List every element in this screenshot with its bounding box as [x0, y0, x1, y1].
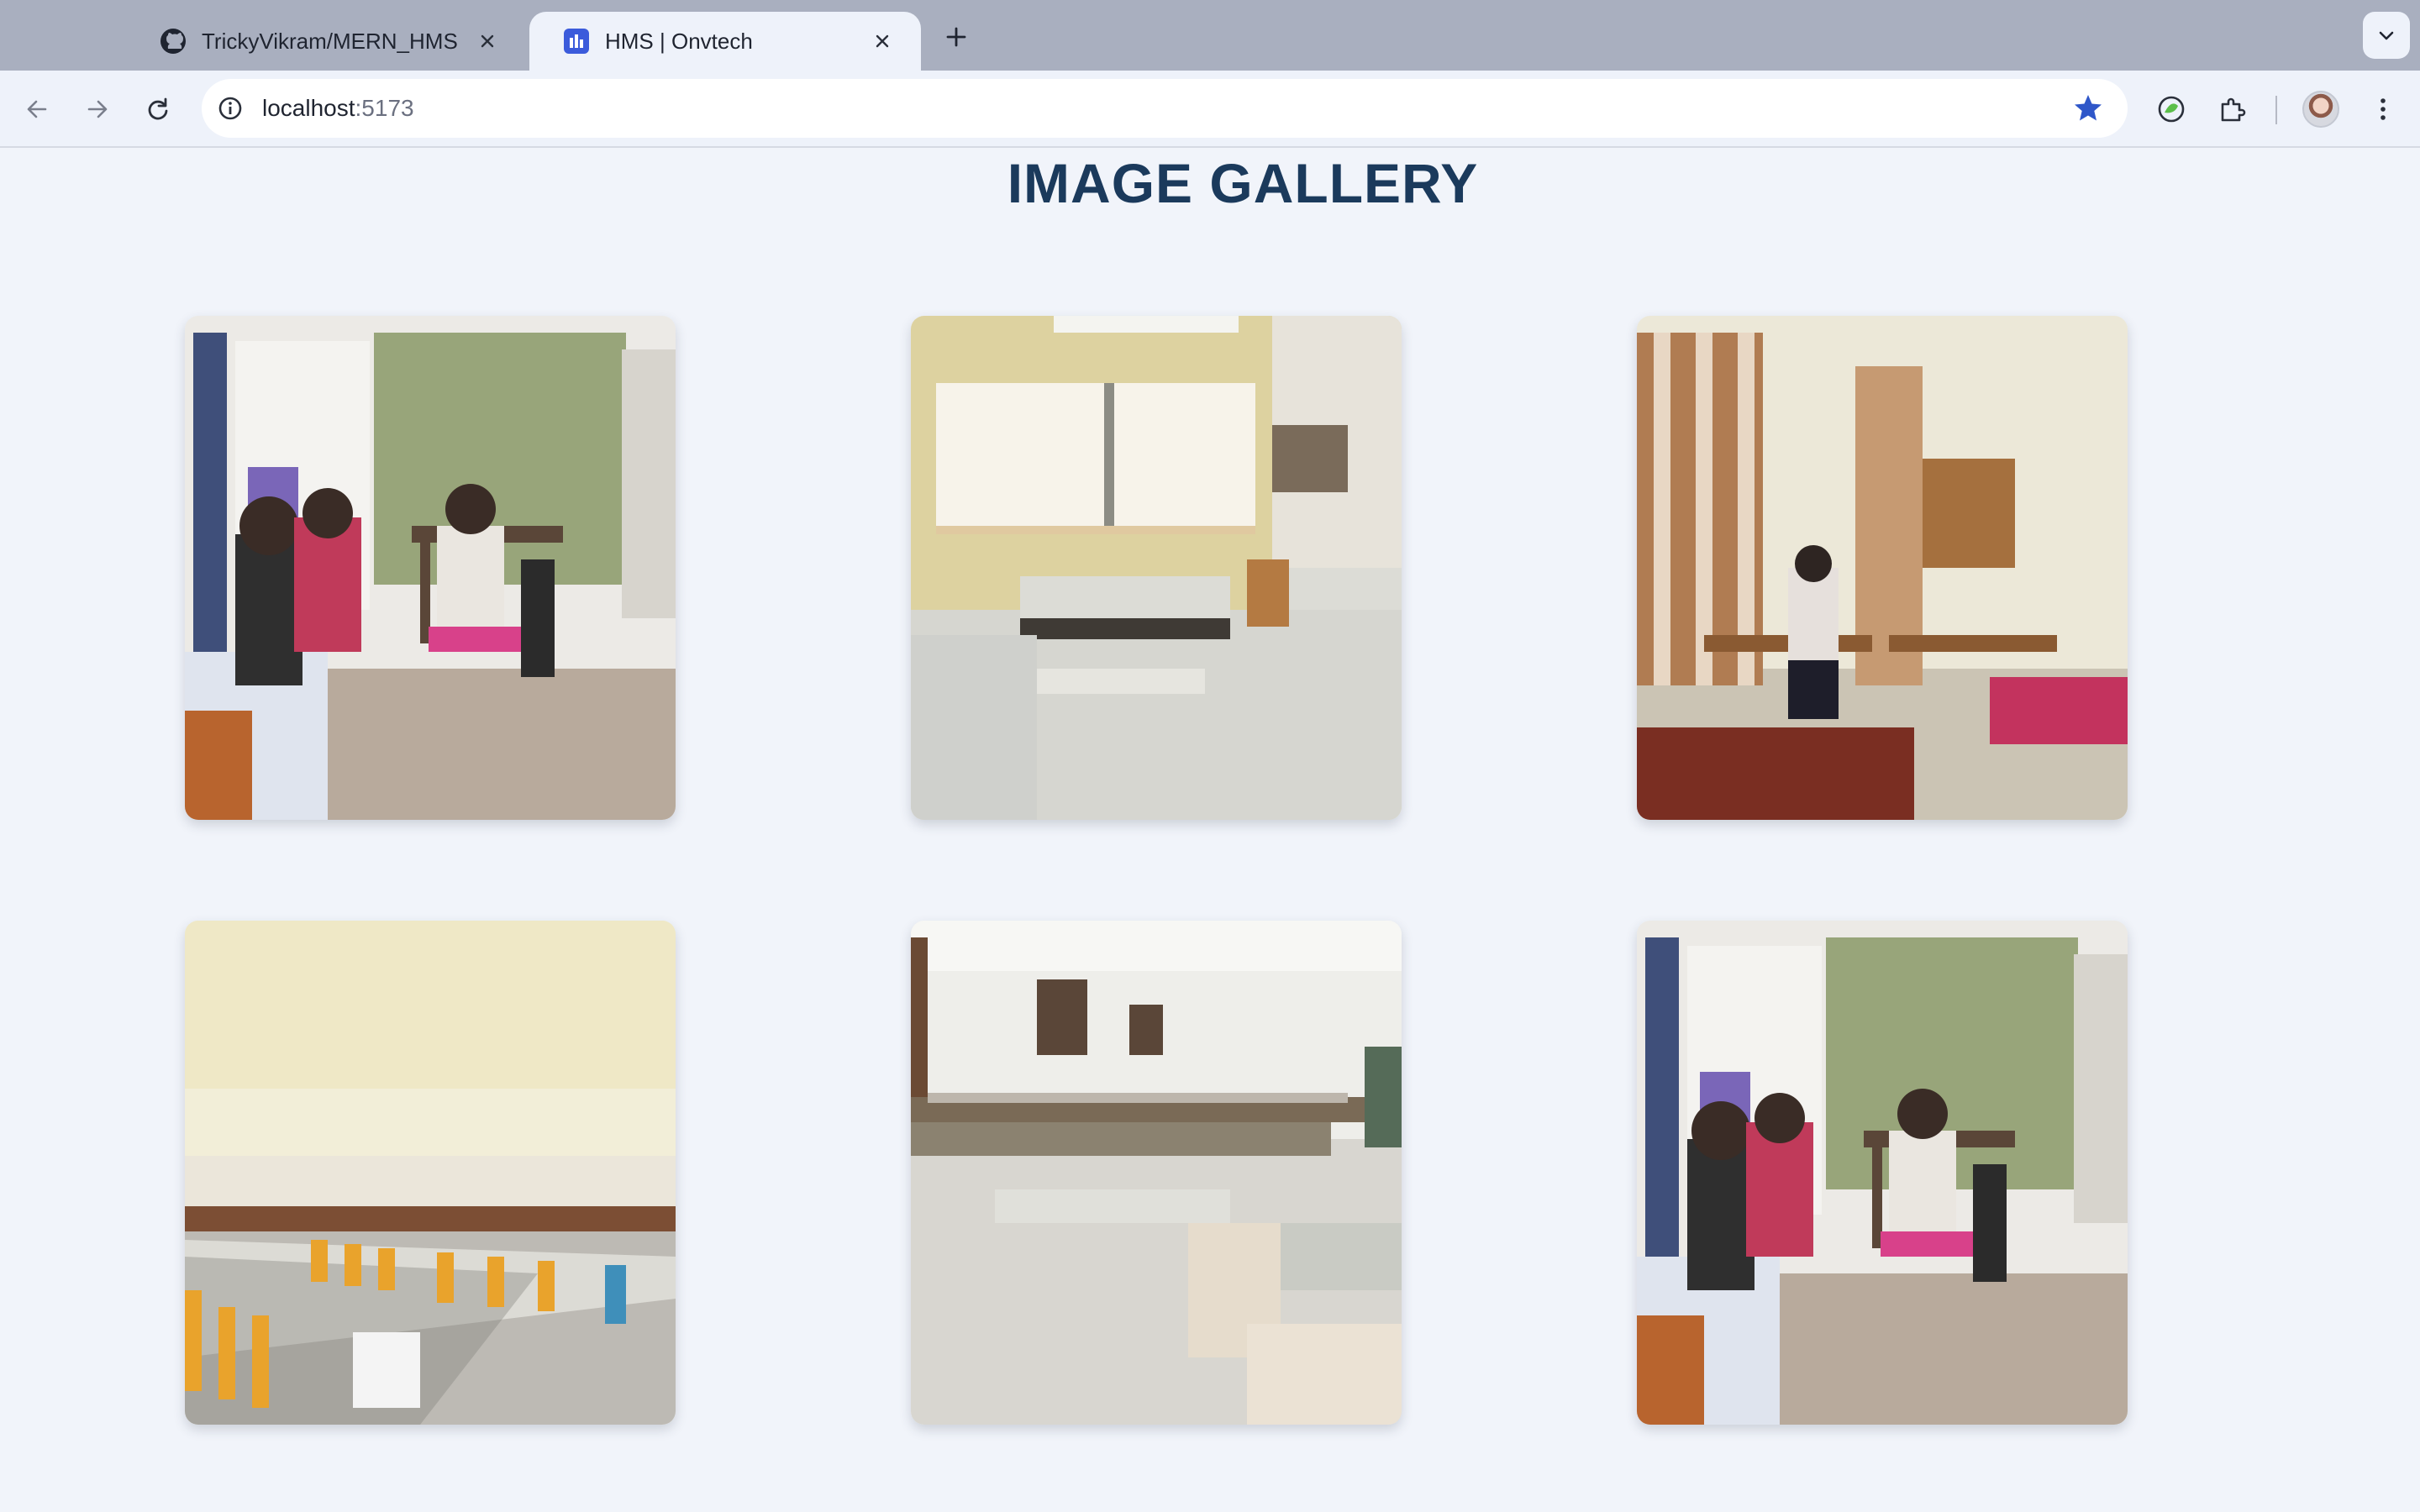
tab-hms[interactable]: HMS | Onvtech — [529, 12, 921, 71]
close-icon[interactable] — [471, 24, 504, 58]
menu-button[interactable] — [2363, 89, 2403, 129]
browser-toolbar: localhost:5173 — [0, 71, 2420, 148]
url-port: :5173 — [355, 95, 414, 121]
new-tab-button[interactable] — [938, 18, 975, 55]
plus-icon — [946, 27, 966, 47]
extension-icon[interactable] — [2151, 89, 2191, 129]
tab-github[interactable]: TrickyVikram/MERN_HMS — [126, 12, 526, 71]
back-button[interactable] — [17, 89, 57, 129]
url-host: localhost — [262, 95, 355, 121]
bookmark-star-icon[interactable] — [2072, 92, 2104, 124]
arrow-left-icon — [27, 100, 47, 118]
profile-avatar[interactable] — [2302, 91, 2339, 128]
chevron-down-icon — [2379, 31, 2394, 40]
address-bar[interactable]: localhost:5173 — [202, 79, 2128, 138]
gallery-image-study-room[interactable] — [1637, 316, 2128, 820]
gallery-image-dining-hall[interactable] — [185, 921, 676, 1425]
tab-strip: TrickyVikram/MERN_HMS HMS | Onvtech — [0, 0, 2420, 71]
close-icon[interactable] — [865, 24, 899, 58]
toolbar-divider — [2275, 96, 2277, 124]
url-text: localhost:5173 — [262, 95, 414, 122]
tab-search-button[interactable] — [2363, 12, 2410, 59]
kebab-menu-icon — [2381, 98, 2386, 120]
puzzle-icon[interactable] — [2212, 89, 2252, 129]
github-icon — [160, 28, 187, 55]
tab-title: TrickyVikram/MERN_HMS — [202, 28, 458, 54]
reload-button[interactable] — [138, 89, 178, 129]
reload-icon — [148, 97, 168, 120]
gallery-image-common-hall[interactable] — [911, 921, 1402, 1425]
gallery-image-hostel-room-students[interactable] — [1637, 921, 2128, 1425]
tab-title: HMS | Onvtech — [605, 28, 753, 54]
gallery-image-hostel-room-students[interactable] — [185, 316, 676, 820]
site-info-icon[interactable] — [215, 93, 245, 123]
gallery-image-twin-bed-room[interactable] — [911, 316, 1402, 820]
page-title: IMAGE GALLERY — [1007, 152, 1479, 214]
forward-button[interactable] — [77, 89, 118, 129]
arrow-right-icon — [87, 100, 108, 118]
app-favicon-icon — [563, 28, 590, 55]
